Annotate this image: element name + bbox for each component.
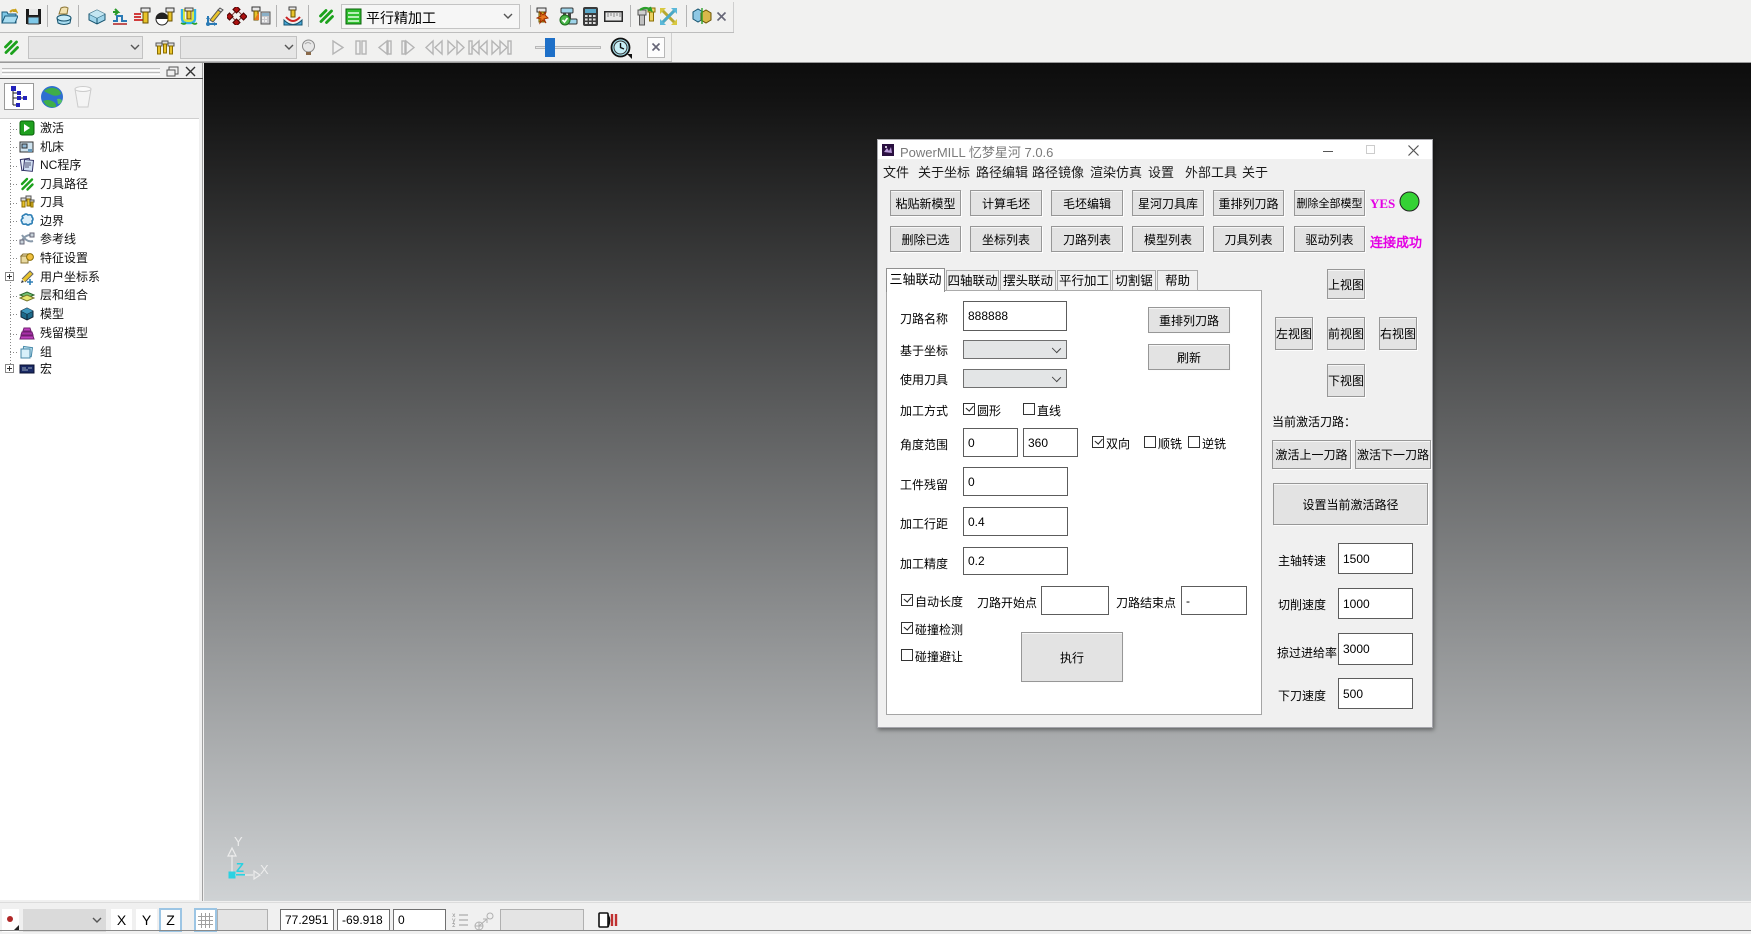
svg-text:Y: Y [234,834,243,849]
svg-text:Z: Z [236,860,244,875]
svg-text:z: z [452,922,456,929]
svg-text:X: X [260,862,269,877]
